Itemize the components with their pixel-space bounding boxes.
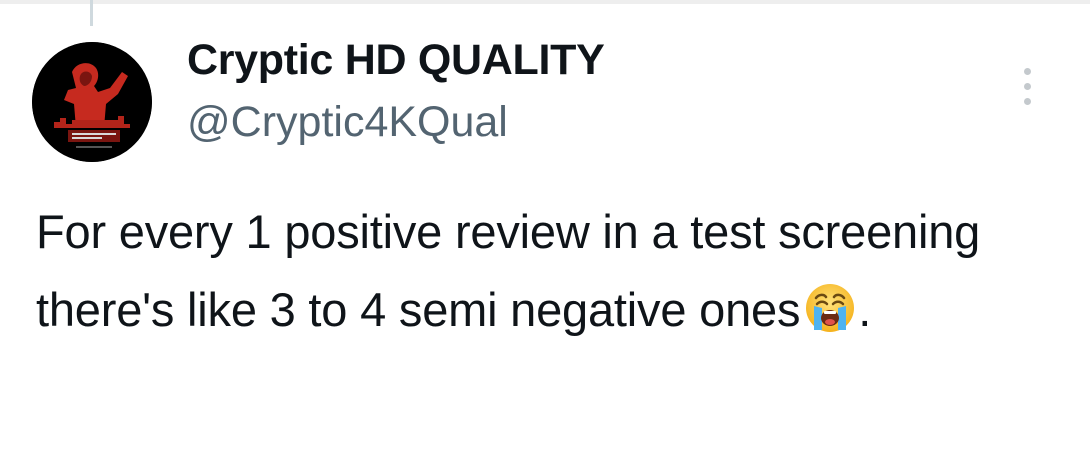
tweet-text-end: . — [858, 283, 872, 336]
more-options-icon — [1024, 68, 1031, 75]
author-handle[interactable]: @Cryptic4KQual — [187, 98, 508, 147]
loudly-crying-face-emoji-icon — [802, 280, 858, 336]
more-options-icon-dot — [1024, 98, 1031, 105]
top-divider — [0, 0, 1090, 4]
avatar[interactable] — [32, 42, 152, 162]
more-options-icon-dot — [1024, 83, 1031, 90]
tweet-body: For every 1 positive review in a test sc… — [36, 193, 1066, 349]
thread-connector-line — [90, 0, 93, 26]
author-display-name[interactable]: Cryptic HD QUALITY — [187, 36, 605, 85]
more-options-button[interactable] — [1016, 62, 1040, 112]
red-figure-poster-avatar-icon — [32, 42, 152, 162]
